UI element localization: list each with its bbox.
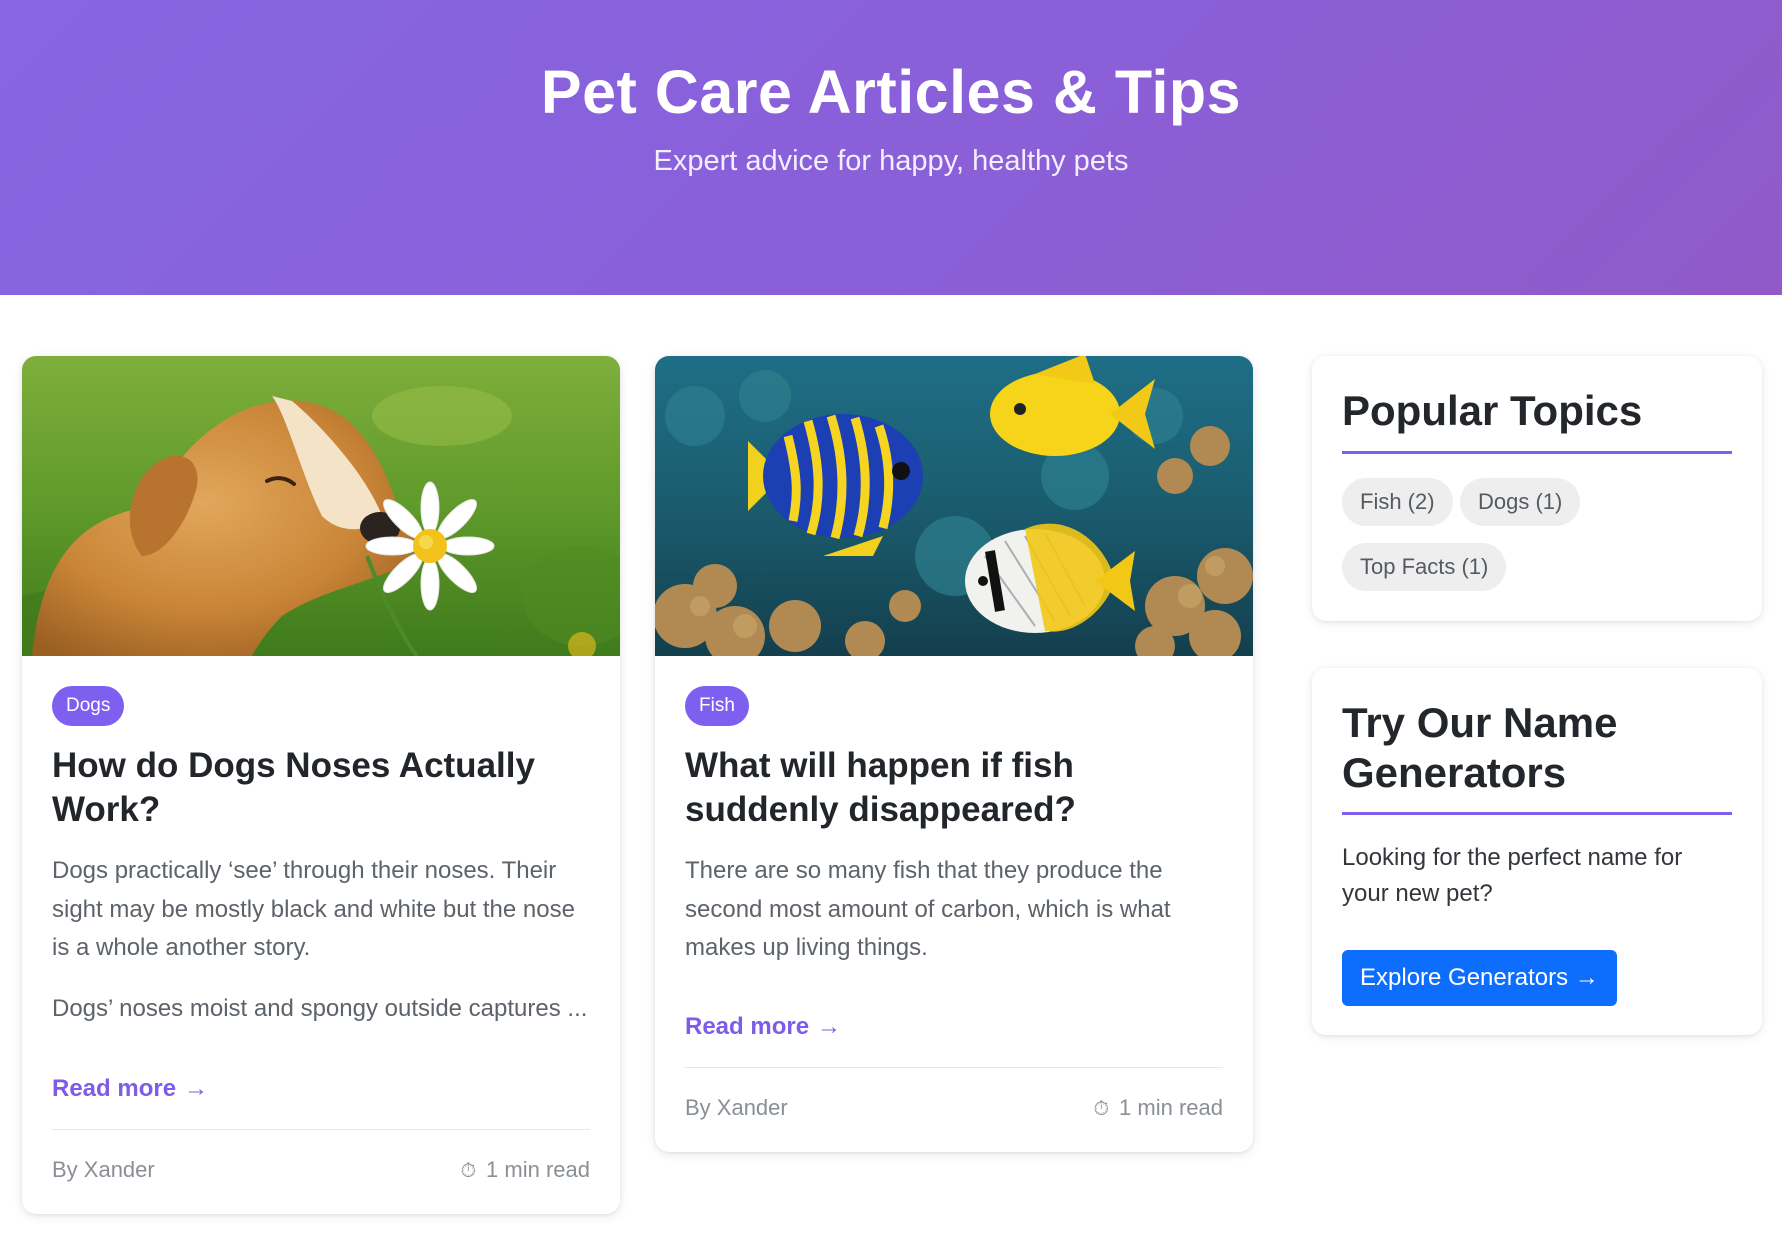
- hero-banner: Pet Care Articles & Tips Expert advice f…: [0, 0, 1782, 295]
- article-excerpt-more: Dogs’ noses moist and spongy outside cap…: [52, 995, 588, 1022]
- article-title[interactable]: How do Dogs Noses Actually Work?: [52, 744, 592, 832]
- article-author: By Xander: [685, 1095, 788, 1120]
- read-more-label: Read more: [52, 1075, 177, 1102]
- article-excerpt: There are so many fish that they produce…: [685, 857, 1171, 961]
- article-image-puppy[interactable]: [22, 356, 620, 656]
- read-more-link[interactable]: Read more →: [685, 1012, 841, 1042]
- card-divider: [52, 1129, 590, 1130]
- read-time: ⏱ 1 min read: [460, 1155, 590, 1186]
- page-title: Pet Care Articles & Tips: [540, 58, 1242, 126]
- generators-title: Try Our Name Generators: [1342, 699, 1618, 796]
- page-subtitle: Expert advice for happy, healthy pets: [653, 145, 1129, 177]
- article-author: By Xander: [52, 1157, 155, 1182]
- article-excerpt: Dogs practically ‘see’ through their nos…: [52, 857, 575, 961]
- category-badge[interactable]: Dogs: [52, 686, 125, 726]
- arrow-right-icon: →: [184, 1075, 209, 1102]
- read-time-label: 1 min read: [1119, 1095, 1223, 1120]
- article-image-fish[interactable]: [655, 356, 1253, 656]
- topic-pill-fish[interactable]: Fish (2): [1342, 478, 1453, 526]
- article-card-dogs[interactable]: Dogs How do Dogs Noses Actually Work? Do…: [22, 356, 620, 1214]
- stopwatch-icon: ⏱: [1093, 1098, 1110, 1120]
- explore-generators-button[interactable]: Explore Generators →: [1342, 950, 1617, 1006]
- read-time-label: 1 min read: [486, 1157, 590, 1182]
- read-more-link[interactable]: Read more →: [52, 1074, 208, 1104]
- card-divider: [685, 1067, 1223, 1068]
- arrow-right-icon: →: [817, 1013, 842, 1040]
- article-title[interactable]: What will happen if fish suddenly disapp…: [685, 744, 1225, 832]
- popular-topics-title: Popular Topics: [1342, 387, 1643, 434]
- read-time: ⏱ 1 min read: [1093, 1093, 1223, 1124]
- article-card-fish[interactable]: Fish What will happen if fish suddenly d…: [655, 356, 1253, 1152]
- generators-description: Looking for the perfect name for your ne…: [1342, 844, 1683, 907]
- name-generators-widget: Try Our Name Generators Looking for the …: [1312, 668, 1762, 1035]
- stopwatch-icon: ⏱: [460, 1160, 477, 1182]
- popular-topics-widget: Popular Topics Fish (2) Dogs (1) Top Fac…: [1312, 356, 1762, 621]
- read-more-label: Read more: [685, 1013, 810, 1040]
- title-underline: [1342, 451, 1732, 454]
- category-badge[interactable]: Fish: [685, 686, 749, 726]
- title-underline: [1342, 812, 1732, 815]
- topic-pill-dogs[interactable]: Dogs (1): [1460, 478, 1581, 526]
- topic-pill-top-facts[interactable]: Top Facts (1): [1342, 543, 1507, 591]
